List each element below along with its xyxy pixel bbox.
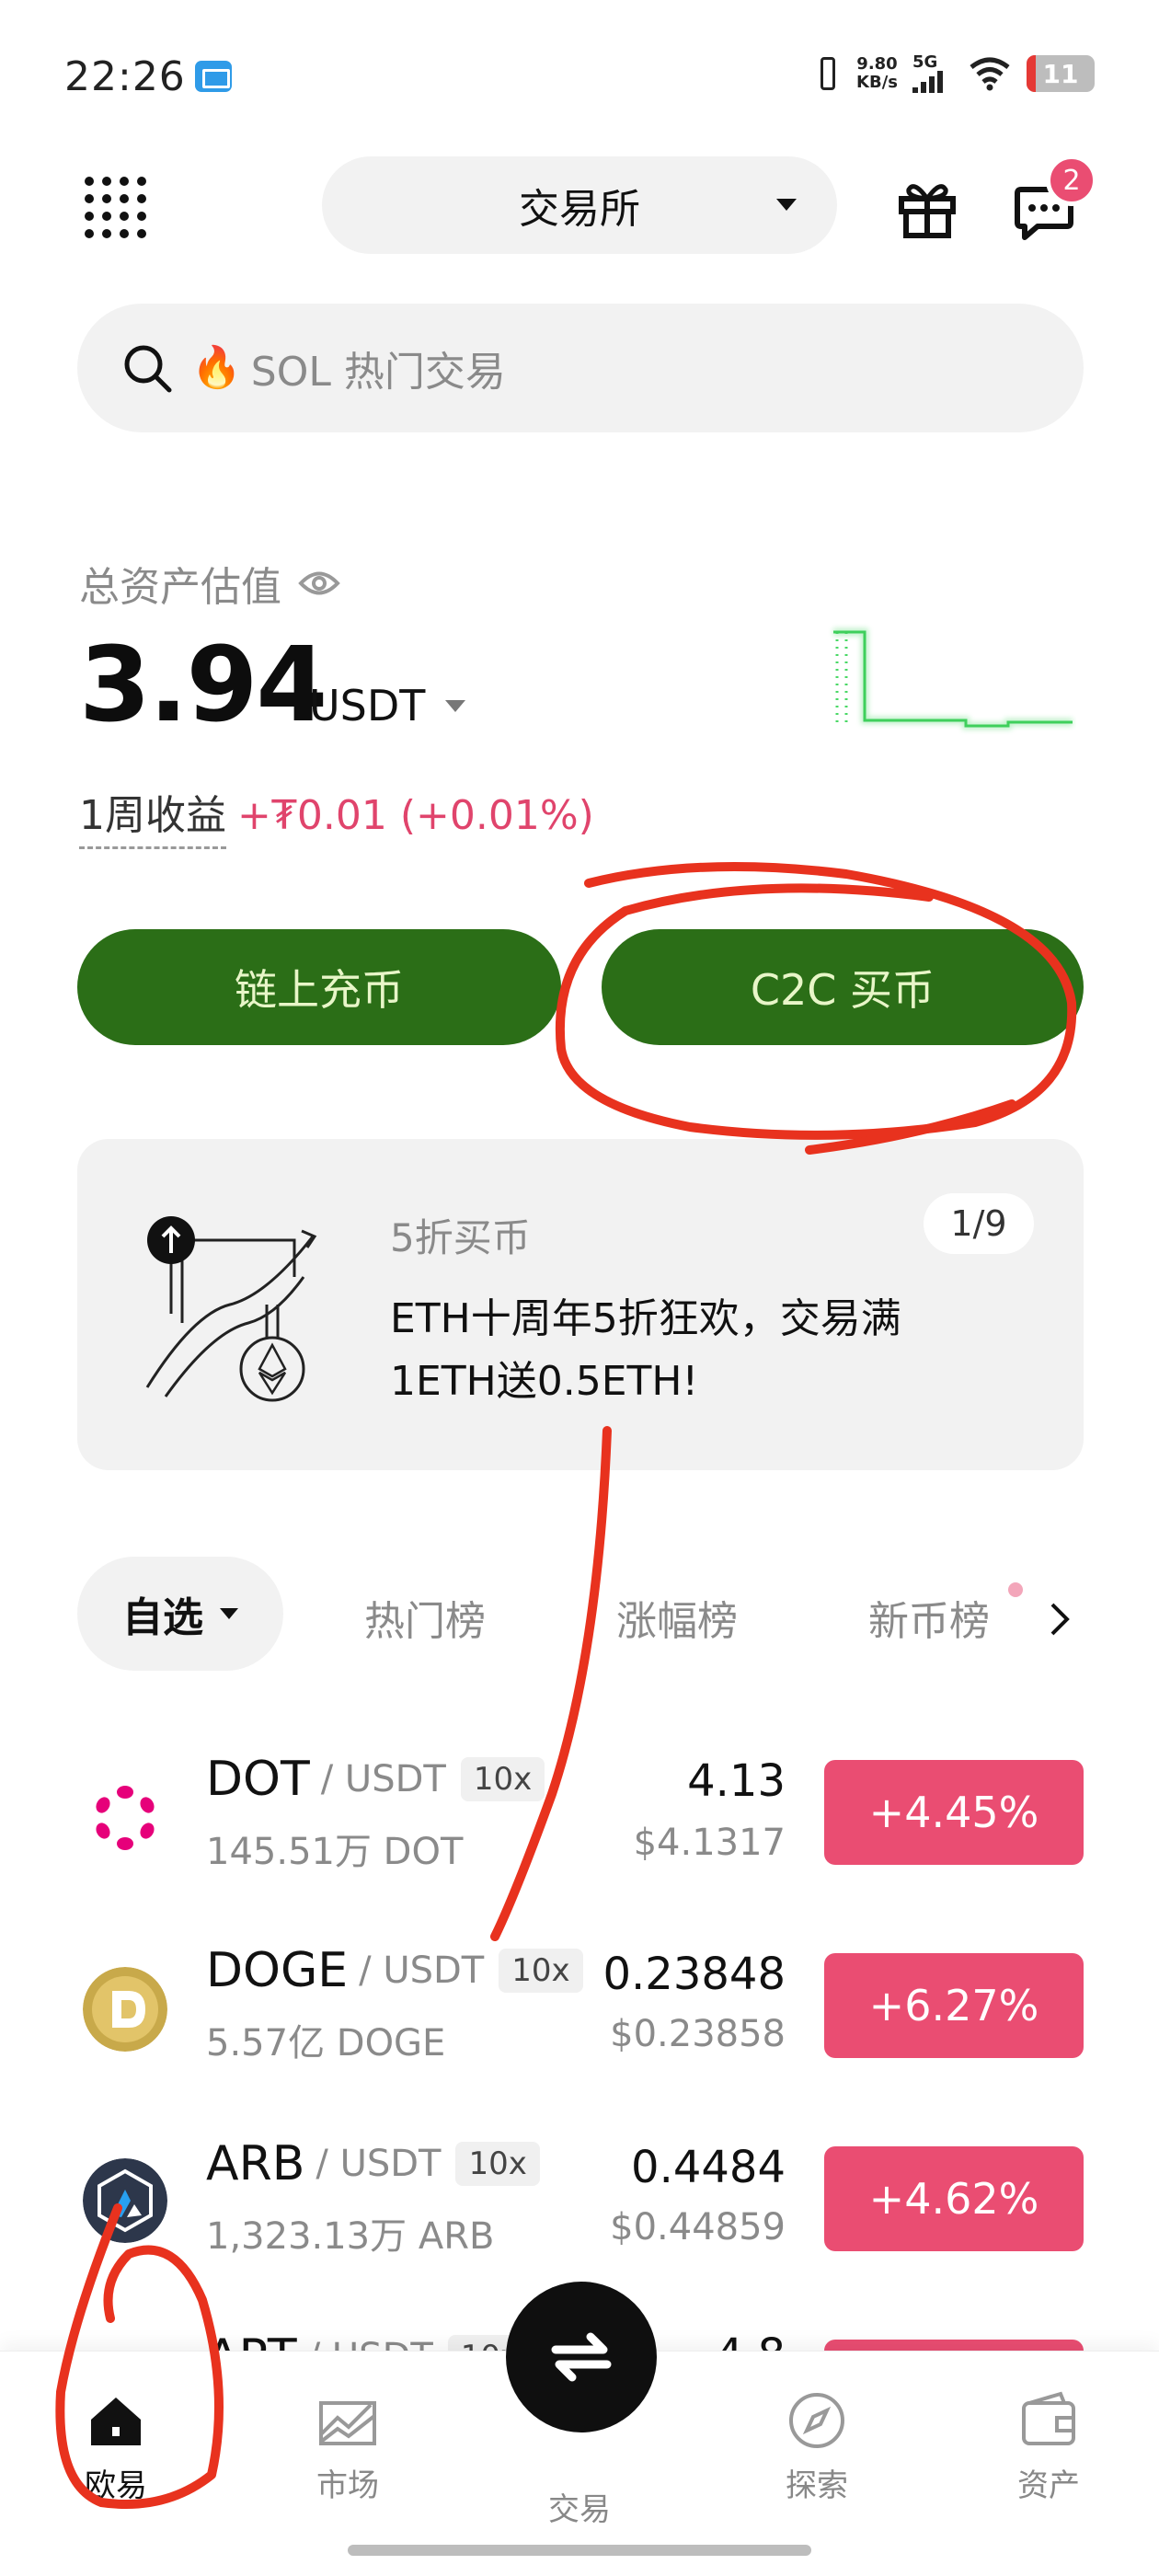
promo-text: ETH十周年5折狂欢，交易满1ETH送0.5ETH! [390,1295,901,1405]
total-assets-value: 3.94 [79,626,327,745]
price-usd: $0.23858 [610,2013,786,2055]
search-icon [124,345,172,393]
promo-tag: 5折买币 [390,1215,531,1260]
weekly-pnl: 1周收益 +₮0.01 (+0.01%) [79,782,594,849]
battery-icon: 11 [1027,55,1095,92]
volume: 145.51万 DOT [206,1831,464,1873]
nav-market[interactable]: 市场 [274,2388,421,2505]
swap-icon [551,2332,612,2382]
onchain-deposit-button[interactable]: 链上充币 [77,929,561,1045]
weekly-pnl-value: +₮0.01 (+0.01%) [237,792,594,839]
exchange-mode-switch[interactable]: 交易所 [322,156,837,254]
list-item[interactable]: ARB / USDT 10x 1,323.13万 ARB 0.4484 $0.448… [0,2116,1159,2300]
status-time: 22:26 [64,53,186,100]
exchange-mode-label: 交易所 [519,186,640,233]
message-count-badge: 2 [1046,155,1097,206]
total-assets-label: 总资产估值 [79,554,340,613]
tab-hot[interactable]: 热门榜 [364,1588,486,1647]
new-indicator-dot [1008,1582,1023,1597]
caret-down-icon [220,1608,238,1619]
home-indicator [348,2545,811,2556]
trade-button[interactable] [506,2282,657,2432]
nav-explore[interactable]: 探索 [743,2388,890,2505]
search-bar[interactable]: 🔥 SOL 热门交易 [77,304,1084,432]
dot-coin-logo [83,1776,167,1860]
apps-grid-icon[interactable] [85,177,147,239]
vibrate-icon [814,53,842,94]
wallet-icon [1022,2391,1075,2445]
status-icons: 9.80 KB/s 5G 11 [814,53,1095,94]
search-placeholder: SOL 热门交易 [250,349,506,396]
price: 0.4484 [631,2142,786,2193]
message-notification-icon [195,61,232,92]
leverage-badge: 10x [460,1757,545,1801]
price: 0.23848 [602,1949,786,2000]
eth-deposit-illustration [145,1216,317,1402]
change-badge[interactable]: +4.62% [824,2146,1084,2251]
price-usd: $0.44859 [610,2206,786,2248]
volume: 5.57亿 DOGE [206,2022,446,2064]
c2c-buy-button[interactable]: C2C 买币 [602,929,1084,1045]
volume: 1,323.13万 ARB [206,2215,495,2258]
tab-gainers[interactable]: 涨幅榜 [616,1588,738,1647]
cellular-signal-icon: 5G [912,54,953,93]
price: 4.13 [687,1755,786,1807]
pair-name: ARB / USDT 10x [206,2136,540,2191]
leverage-badge: 10x [499,1949,583,1993]
change-badge[interactable]: +6.27% [824,1953,1084,2058]
weekly-pnl-label[interactable]: 1周收益 [79,782,226,849]
chart-icon [319,2401,376,2445]
list-item[interactable]: DOT / USDT 10x 145.51万 DOT 4.13 $4.1317 +4… [0,1730,1159,1914]
asset-sparkline [833,628,1073,730]
arb-coin-logo [83,2158,167,2243]
nav-home[interactable]: 欧易 [42,2388,189,2505]
promo-page-counter: 1/9 [924,1193,1034,1254]
chevron-down-icon [776,199,797,211]
asset-unit-selector[interactable]: USDT [309,681,466,730]
fire-icon: 🔥 [191,344,242,391]
gift-icon[interactable] [894,175,960,241]
home-icon [91,2398,141,2445]
network-speed: 9.80 KB/s [856,54,898,92]
eye-icon[interactable] [298,568,340,599]
wifi-icon [970,57,1010,91]
nav-assets[interactable]: 资产 [975,2388,1122,2505]
tab-new-listings[interactable]: 新币榜 [868,1588,990,1647]
doge-coin-logo [83,1967,167,2052]
leverage-badge: 10x [455,2142,540,2186]
pair-name: DOGE / USDT 10x [206,1943,583,1998]
tab-watchlist[interactable]: 自选 [77,1557,283,1671]
compass-icon [789,2393,844,2448]
list-item[interactable]: DOGE / USDT 10x 5.57亿 DOGE 0.23848 $0.2385… [0,1923,1159,2107]
chevron-right-icon[interactable] [1047,1601,1073,1638]
pair-name: DOT / USDT 10x [206,1752,545,1807]
nav-trade-label[interactable]: 交易 [506,2484,653,2529]
caret-down-icon [445,699,466,712]
change-badge[interactable]: +4.45% [824,1760,1084,1865]
price-usd: $4.1317 [633,1822,786,1864]
